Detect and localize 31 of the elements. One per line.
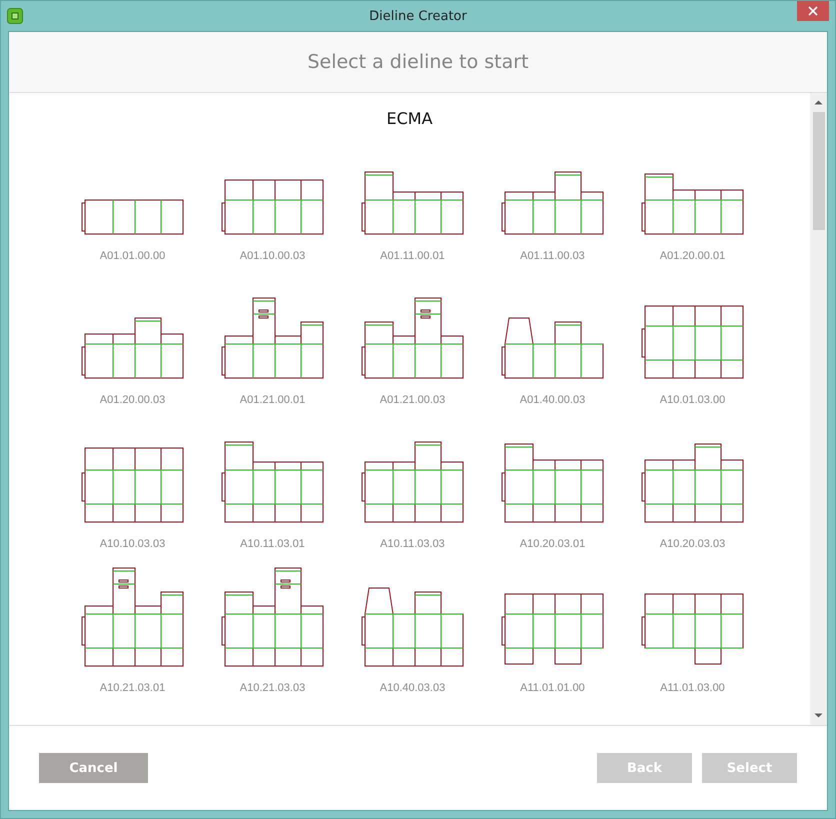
dieline-code: A01.40.00.03 bbox=[520, 394, 586, 406]
dieline-code: A10.11.03.01 bbox=[240, 538, 305, 550]
dieline-code: A01.11.00.01 bbox=[380, 250, 445, 262]
close-button[interactable] bbox=[797, 1, 829, 21]
dieline-code: A01.11.00.03 bbox=[520, 250, 585, 262]
dieline-code: A10.01.03.00 bbox=[660, 394, 726, 406]
dieline-code: A01.20.00.03 bbox=[100, 394, 166, 406]
dieline-code: A10.11.03.03 bbox=[380, 538, 445, 550]
dieline-code: A01.10.00.03 bbox=[240, 250, 306, 262]
dieline-code: A10.20.03.03 bbox=[660, 538, 726, 550]
dieline-code: A01.21.00.01 bbox=[240, 394, 306, 406]
scrollbar[interactable] bbox=[810, 93, 827, 725]
window-title: Dieline Creator bbox=[368, 8, 468, 24]
dialog-button[interactable]: Cancel bbox=[39, 753, 148, 783]
close-icon bbox=[808, 6, 818, 16]
dieline-code: A01.20.00.01 bbox=[660, 250, 726, 262]
scroll-up-icon[interactable] bbox=[814, 99, 823, 105]
dieline-code: A10.21.03.01 bbox=[100, 682, 166, 694]
dieline-code: A10.40.03.03 bbox=[380, 682, 446, 694]
dieline-code: A11.01.01.00 bbox=[520, 682, 585, 694]
scroll-down-icon[interactable] bbox=[814, 713, 823, 719]
header-title: Select a dieline to start bbox=[307, 51, 529, 73]
dieline-code: A11.01.03.00 bbox=[660, 682, 725, 694]
app-icon bbox=[7, 8, 23, 24]
scrollbar-thumb[interactable] bbox=[812, 112, 824, 230]
dieline-code: A01.21.00.03 bbox=[380, 394, 446, 406]
dieline-code: A10.21.03.03 bbox=[240, 682, 306, 694]
section-title: ECMA bbox=[386, 109, 433, 128]
dieline-code: A01.01.00.00 bbox=[100, 250, 166, 262]
dieline-code: A10.10.03.03 bbox=[100, 538, 166, 550]
dieline-code: A10.20.03.01 bbox=[520, 538, 586, 550]
